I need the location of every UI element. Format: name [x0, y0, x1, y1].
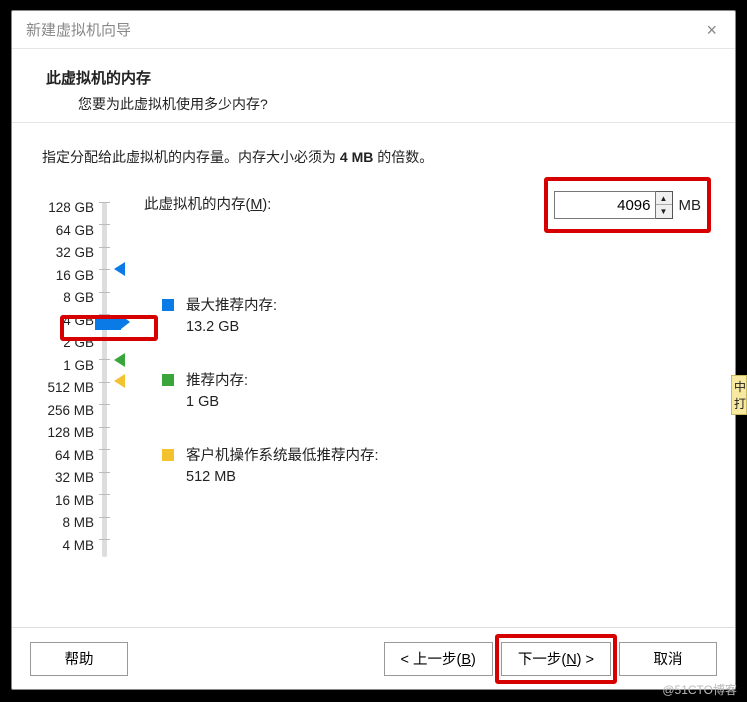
tick-label: 128 MB	[34, 422, 94, 445]
square-icon	[162, 374, 174, 386]
tick-label: 32 MB	[34, 467, 94, 490]
close-icon[interactable]: ×	[702, 17, 721, 43]
memlabel-post: ):	[262, 197, 271, 213]
legend-rec: 推荐内存: 1 GB	[162, 369, 713, 410]
body: 指定分配给此虚拟机的内存量。内存大小必须为 4 MB 的倍数。 128 GB 6…	[12, 122, 735, 627]
square-icon	[162, 449, 174, 461]
memory-spinner[interactable]: ▲ ▼	[656, 191, 673, 219]
help-button[interactable]: 帮助	[30, 642, 128, 676]
marker-rec-icon	[114, 353, 125, 367]
instruction: 指定分配给此虚拟机的内存量。内存大小必须为 4 MB 的倍数。	[42, 147, 713, 167]
page-subtitle: 您要为此虚拟机使用多少内存?	[78, 94, 701, 114]
legend-min: 客户机操作系统最低推荐内存: 512 MB	[162, 444, 713, 485]
memlabel-key: M	[250, 197, 262, 213]
legend-min-value: 512 MB	[186, 469, 379, 485]
tick-label: 32 GB	[34, 242, 94, 265]
header: 此虚拟机的内存 您要为此虚拟机使用多少内存?	[12, 49, 735, 122]
window-title: 新建虚拟机向导	[26, 19, 131, 40]
back-button[interactable]: < 上一步(B)	[384, 642, 493, 676]
tick-label: 8 GB	[34, 287, 94, 310]
page-title: 此虚拟机的内存	[46, 67, 701, 88]
memlabel-pre: 此虚拟机的内存(	[144, 197, 250, 213]
memory-field-label: 此虚拟机的内存(M):	[144, 193, 271, 214]
side-callout: 中打	[731, 375, 747, 415]
wizard-dialog: 新建虚拟机向导 × 此虚拟机的内存 您要为此虚拟机使用多少内存? 指定分配给此虚…	[11, 10, 736, 690]
instruction-post: 的倍数。	[373, 149, 433, 165]
tick-label: 16 MB	[34, 490, 94, 513]
tick-label: 64 GB	[34, 220, 94, 243]
instruction-bold: 4 MB	[340, 149, 373, 165]
square-icon	[162, 299, 174, 311]
legend-rec-value: 1 GB	[186, 394, 248, 410]
memory-slider[interactable]	[96, 197, 144, 567]
legend-rec-title: 推荐内存:	[186, 369, 248, 390]
instruction-pre: 指定分配给此虚拟机的内存量。内存大小必须为	[42, 149, 340, 165]
tick-label: 4 MB	[34, 535, 94, 558]
next-button[interactable]: 下一步(N) >	[501, 642, 611, 676]
marker-max-icon	[114, 262, 125, 276]
tick-label: 8 MB	[34, 512, 94, 535]
tick-label: 1 GB	[34, 355, 94, 378]
legend-min-title: 客户机操作系统最低推荐内存:	[186, 444, 379, 465]
spinner-up-icon[interactable]: ▲	[656, 192, 672, 205]
footer: 帮助 < 上一步(B) 下一步(N) > 取消	[12, 627, 735, 689]
titlebar: 新建虚拟机向导 ×	[12, 11, 735, 49]
legend: 最大推荐内存: 13.2 GB 推荐内存: 1 GB	[162, 294, 713, 485]
tick-label: 512 MB	[34, 377, 94, 400]
spinner-down-icon[interactable]: ▼	[656, 205, 672, 218]
tick-label: 128 GB	[34, 197, 94, 220]
legend-max-title: 最大推荐内存:	[186, 294, 277, 315]
tick-label: 64 MB	[34, 445, 94, 468]
tick-label: 16 GB	[34, 265, 94, 288]
memory-unit: MB	[679, 197, 702, 214]
highlight-memory-input: ▲ ▼ MB	[544, 177, 712, 233]
memory-input[interactable]	[554, 191, 656, 219]
tick-label: 256 MB	[34, 400, 94, 423]
legend-max-value: 13.2 GB	[186, 319, 277, 335]
cancel-button[interactable]: 取消	[619, 642, 717, 676]
marker-min-icon	[114, 374, 125, 388]
legend-max: 最大推荐内存: 13.2 GB	[162, 294, 713, 335]
memory-tick-labels: 128 GB 64 GB 32 GB 16 GB 8 GB 4 GB 2 GB …	[34, 197, 96, 557]
